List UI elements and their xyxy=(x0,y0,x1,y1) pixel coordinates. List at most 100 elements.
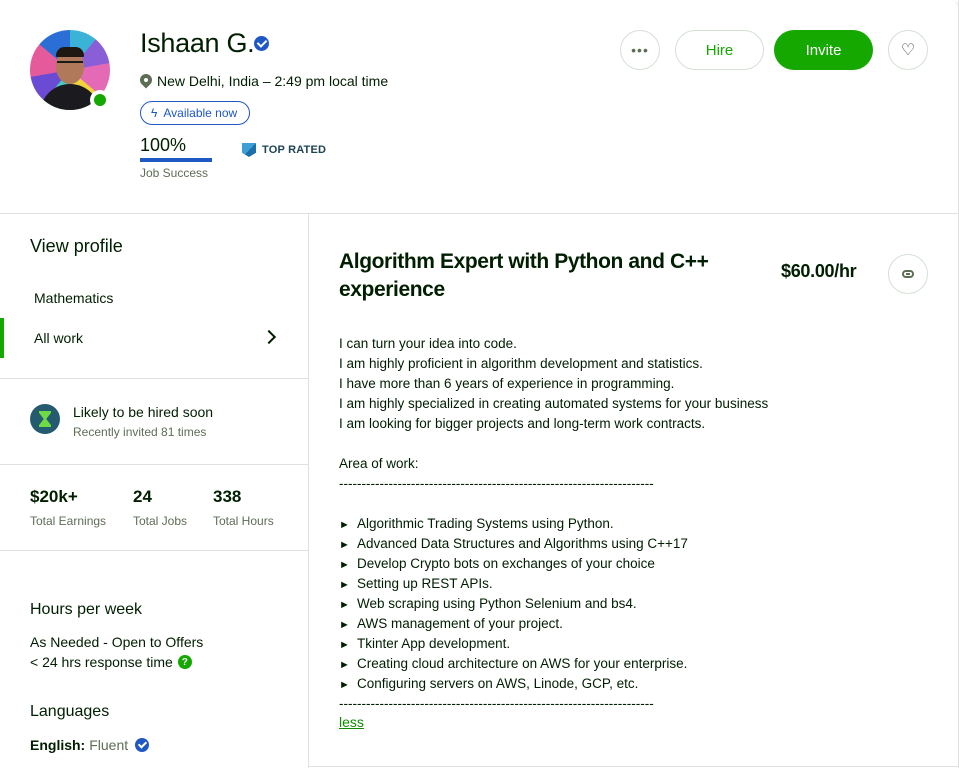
description-line: I am highly proficient in algorithm deve… xyxy=(339,356,703,371)
area-item: ► Tkinter App development. xyxy=(339,634,939,654)
divider xyxy=(0,550,308,551)
profile-description: I can turn your idea into code. I am hig… xyxy=(339,334,939,714)
language-level: Fluent xyxy=(89,737,129,753)
hourly-rate: $60.00/hr xyxy=(781,261,857,281)
online-status-icon xyxy=(90,90,110,110)
job-success-value: 100% xyxy=(140,135,187,155)
likely-hired-subtitle: Recently invited 81 times xyxy=(73,425,207,439)
area-item: ► Creating cloud architecture on AWS for … xyxy=(339,654,939,674)
area-item-text: Web scraping using Python Selenium and b… xyxy=(357,596,637,611)
description-line: I am looking for bigger projects and lon… xyxy=(339,416,706,431)
divider xyxy=(0,464,308,465)
description-line: I am highly specialized in creating auto… xyxy=(339,396,769,411)
bullet-triangle-icon: ► xyxy=(339,519,350,531)
separator-line: ----------------------------------------… xyxy=(339,476,654,491)
bullet-triangle-icon: ► xyxy=(339,679,350,691)
likely-hired-title: Likely to be hired soon xyxy=(73,404,214,420)
sidebar-item-mathematics[interactable]: Mathematics xyxy=(0,278,308,318)
profile-title: Algorithm Expert with Python and C++ exp… xyxy=(339,250,709,301)
languages-heading: Languages xyxy=(30,703,110,720)
area-item: ► Configuring servers on AWS, Linode, GCP… xyxy=(339,674,939,694)
sidebar-item-label: Mathematics xyxy=(34,290,114,306)
job-success-bar xyxy=(140,158,212,162)
stat-total-earnings: $20k+ Total Earnings xyxy=(30,487,133,528)
bullet-triangle-icon: ► xyxy=(339,639,350,651)
description-line: I have more than 6 years of experience i… xyxy=(339,376,675,391)
area-item: ► Web scraping using Python Selenium and … xyxy=(339,594,939,614)
verified-badge-icon xyxy=(254,36,269,51)
avatar-hair xyxy=(56,47,84,57)
sidebar-item-all-work[interactable]: All work xyxy=(0,318,308,358)
area-item-text: Develop Crypto bots on exchanges of your… xyxy=(357,556,655,571)
area-item: ► Setting up REST APIs. xyxy=(339,574,939,594)
hours-per-week-heading: Hours per week xyxy=(30,601,143,618)
heart-icon: ♡ xyxy=(900,42,916,59)
view-profile-heading: View profile xyxy=(30,236,123,256)
stat-label: Total Earnings xyxy=(30,514,107,528)
location-pin-icon xyxy=(140,74,152,89)
help-question-icon[interactable]: ? xyxy=(177,655,192,669)
lightning-bolt-icon: ϟ xyxy=(151,106,158,120)
stat-label: Total Hours xyxy=(213,514,274,528)
stat-label: Total Jobs xyxy=(133,514,188,528)
description-line: I can turn your idea into code. xyxy=(339,336,517,351)
bullet-triangle-icon: ► xyxy=(339,599,350,611)
sidebar-item-label: All work xyxy=(34,330,84,346)
show-less-link[interactable]: less xyxy=(339,714,364,730)
divider xyxy=(0,378,308,379)
area-item: ► Develop Crypto bots on exchanges of you… xyxy=(339,554,939,574)
area-item-text: Tkinter App development. xyxy=(357,636,511,651)
verified-language-icon xyxy=(135,738,150,752)
avatar-glasses xyxy=(57,61,83,66)
location: New Delhi, India – 2:49 pm local time xyxy=(140,73,388,89)
stat-value: 24 xyxy=(133,487,152,506)
bullet-triangle-icon: ► xyxy=(339,619,350,631)
top-rated-text: TOP RATED xyxy=(262,144,327,156)
stat-value: 338 xyxy=(213,487,242,506)
stat-total-jobs: 24 Total Jobs xyxy=(133,487,213,528)
area-item-text: Configuring servers on AWS, Linode, GCP,… xyxy=(357,676,639,691)
bullet-triangle-icon: ► xyxy=(339,559,350,571)
area-item-text: Advanced Data Structures and Algorithms … xyxy=(357,536,688,551)
separator-line: ----------------------------------------… xyxy=(339,696,654,711)
area-item: ► AWS management of your project. xyxy=(339,614,939,634)
language-name: English: xyxy=(30,737,86,753)
hourglass-icon xyxy=(30,404,60,434)
stat-value: $20k+ xyxy=(30,487,78,506)
area-item-text: AWS management of your project. xyxy=(357,616,563,631)
profile-header: Ishaan G. New Delhi, India – 2:49 pm loc… xyxy=(0,0,959,214)
job-success-label: Job Success xyxy=(140,166,209,180)
area-item-text: Creating cloud architecture on AWS for y… xyxy=(357,656,688,671)
profile-main: Algorithm Expert with Python and C++ exp… xyxy=(309,214,959,767)
area-item: ► Algorithmic Trading Systems using Pytho… xyxy=(339,514,939,534)
stats-row: $20k+ Total Earnings 24 Total Jobs 338 T… xyxy=(30,487,313,528)
invite-button[interactable]: Invite xyxy=(774,30,873,70)
likely-hired-notice: Likely to be hired soon Recently invited… xyxy=(30,404,213,439)
availability-badge: ϟ Available now xyxy=(140,101,251,125)
save-favorite-button[interactable]: ♡ xyxy=(888,30,928,70)
area-item-text: Setting up REST APIs. xyxy=(357,576,493,591)
link-icon xyxy=(902,270,914,278)
bullet-triangle-icon: ► xyxy=(339,659,350,671)
chevron-right-icon xyxy=(261,329,277,345)
bullet-triangle-icon: ► xyxy=(339,579,350,591)
profile-window: Ishaan G. New Delhi, India – 2:49 pm loc… xyxy=(0,0,959,768)
language-item: English: Fluent xyxy=(30,737,150,753)
area-of-work-heading: Area of work: xyxy=(339,456,419,471)
hours-availability: As Needed - Open to Offers xyxy=(30,634,204,650)
more-options-button[interactable]: ••• xyxy=(620,30,660,70)
response-time: < 24 hrs response time ? xyxy=(30,654,192,670)
area-item-text: Algorithmic Trading Systems using Python… xyxy=(357,516,614,531)
stat-total-hours: 338 Total Hours xyxy=(213,487,313,528)
area-item: ► Advanced Data Structures and Algorithms… xyxy=(339,534,939,554)
top-rated-shield-icon xyxy=(242,143,256,157)
more-dots-icon: ••• xyxy=(631,42,649,58)
hire-button[interactable]: Hire xyxy=(675,30,764,70)
availability-text: Available now xyxy=(163,106,238,120)
top-rated-badge: TOP RATED xyxy=(242,143,326,157)
bullet-triangle-icon: ► xyxy=(339,539,350,551)
copy-link-button[interactable] xyxy=(888,254,928,294)
response-time-text: < 24 hrs response time xyxy=(30,654,173,670)
